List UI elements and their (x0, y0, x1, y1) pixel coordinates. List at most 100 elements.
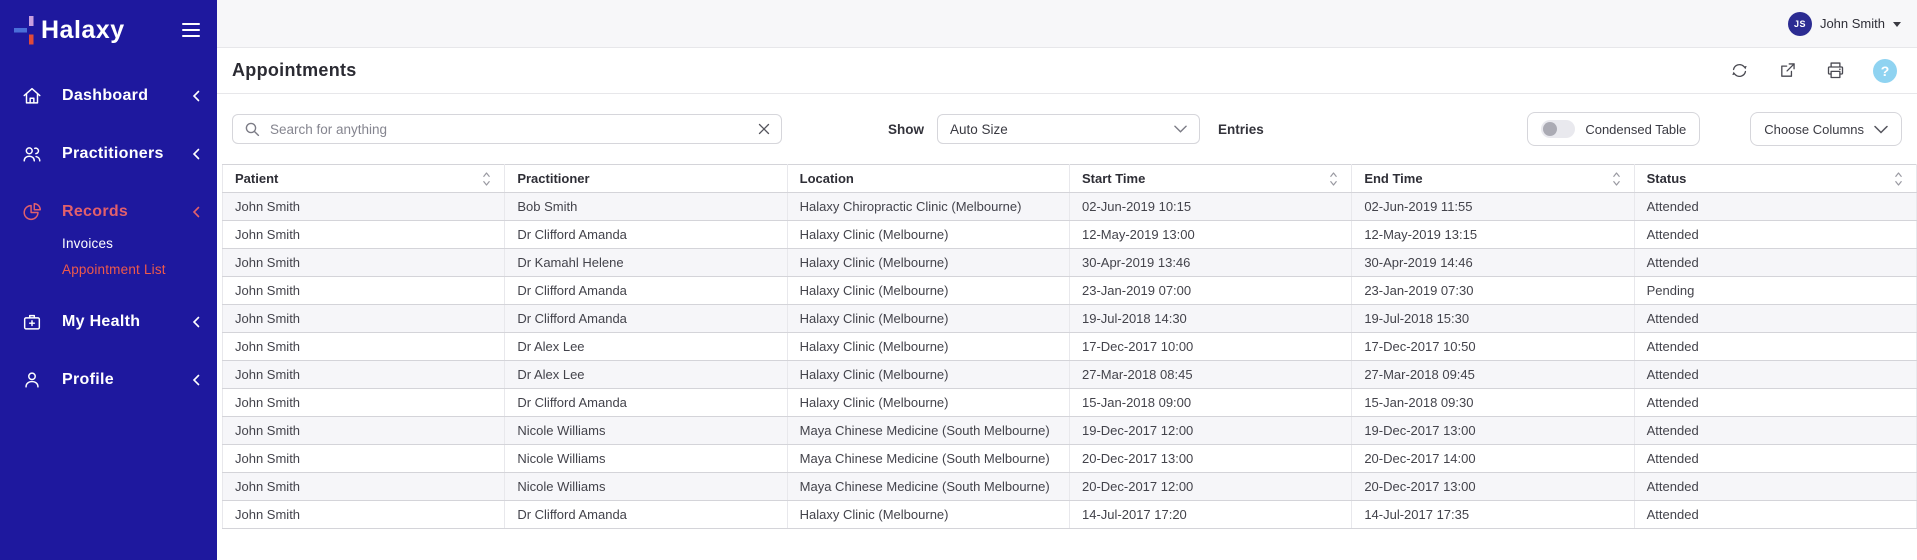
cell-end-time: 12-May-2019 13:15 (1352, 221, 1634, 249)
cell-location: Halaxy Clinic (Melbourne) (787, 221, 1069, 249)
cell-start-time: 19-Dec-2017 12:00 (1069, 417, 1351, 445)
caret-down-icon (1893, 22, 1901, 27)
practitioners-icon (20, 143, 44, 165)
chevron-left-icon (192, 90, 200, 102)
sidebar-subitem-appointment-list[interactable]: Appointment List (62, 256, 217, 282)
cell-status: Attended (1634, 361, 1916, 389)
entries-label: Entries (1218, 122, 1264, 137)
cell-location: Halaxy Clinic (Melbourne) (787, 277, 1069, 305)
table-row[interactable]: John SmithNicole WilliamsMaya Chinese Me… (223, 445, 1917, 473)
table-row[interactable]: John SmithDr Clifford AmandaHalaxy Clini… (223, 389, 1917, 417)
cell-location: Halaxy Clinic (Melbourne) (787, 361, 1069, 389)
table-row[interactable]: John SmithDr Alex LeeHalaxy Clinic (Melb… (223, 333, 1917, 361)
logo-cross-icon (14, 14, 38, 46)
sidebar-item-dashboard[interactable]: Dashboard (0, 78, 217, 114)
sort-icon (1612, 171, 1621, 186)
column-header-practitioner: Practitioner (505, 165, 787, 193)
profile-person-icon (20, 369, 44, 391)
table-row[interactable]: John SmithDr Clifford AmandaHalaxy Clini… (223, 501, 1917, 529)
halaxy-logo: Halaxy (14, 14, 125, 46)
cell-practitioner: Dr Clifford Amanda (505, 277, 787, 305)
table-row[interactable]: John SmithNicole WilliamsMaya Chinese Me… (223, 417, 1917, 445)
table-row[interactable]: John SmithDr Clifford AmandaHalaxy Clini… (223, 305, 1917, 333)
column-header-status[interactable]: Status (1634, 165, 1916, 193)
condensed-table-label: Condensed Table (1585, 122, 1686, 137)
column-header-patient[interactable]: Patient (223, 165, 505, 193)
help-icon[interactable]: ? (1873, 59, 1897, 83)
sidebar-nav: Dashboard Practitioners (0, 78, 217, 398)
cell-start-time: 23-Jan-2019 07:00 (1069, 277, 1351, 305)
cell-location: Halaxy Chiropractic Clinic (Melbourne) (787, 193, 1069, 221)
search-input[interactable] (268, 121, 750, 138)
chevron-left-icon (192, 206, 200, 218)
cell-patient: John Smith (223, 473, 505, 501)
page-title: Appointments (232, 60, 357, 81)
cell-patient: John Smith (223, 445, 505, 473)
sort-icon (482, 171, 491, 186)
sidebar-item-practitioners[interactable]: Practitioners (0, 136, 217, 172)
sidebar: Halaxy Dashboard (0, 0, 217, 560)
cell-location: Halaxy Clinic (Melbourne) (787, 501, 1069, 529)
cell-practitioner: Dr Clifford Amanda (505, 501, 787, 529)
cell-status: Attended (1634, 417, 1916, 445)
cell-patient: John Smith (223, 501, 505, 529)
table-row[interactable]: John SmithBob SmithHalaxy Chiropractic C… (223, 193, 1917, 221)
cell-practitioner: Dr Kamahl Helene (505, 249, 787, 277)
table-row[interactable]: John SmithDr Clifford AmandaHalaxy Clini… (223, 221, 1917, 249)
cell-location: Halaxy Clinic (Melbourne) (787, 305, 1069, 333)
table-row[interactable]: John SmithNicole WilliamsMaya Chinese Me… (223, 473, 1917, 501)
export-icon[interactable] (1777, 60, 1798, 81)
cell-status: Attended (1634, 193, 1916, 221)
print-icon[interactable] (1825, 60, 1846, 81)
sort-icon (1894, 171, 1903, 186)
show-size-dropdown[interactable]: Auto Size (937, 114, 1200, 144)
table-row[interactable]: John SmithDr Kamahl HeleneHalaxy Clinic … (223, 249, 1917, 277)
user-menu[interactable]: JS John Smith (1788, 12, 1901, 36)
cell-location: Halaxy Clinic (Melbourne) (787, 249, 1069, 277)
sort-icon (1329, 171, 1338, 186)
table-row[interactable]: John SmithDr Clifford AmandaHalaxy Clini… (223, 277, 1917, 305)
health-kit-icon (20, 311, 44, 333)
hamburger-menu-icon[interactable] (182, 20, 200, 40)
column-header-start-time[interactable]: Start Time (1069, 165, 1351, 193)
cell-practitioner: Nicole Williams (505, 417, 787, 445)
cell-location: Halaxy Clinic (Melbourne) (787, 389, 1069, 417)
table-row[interactable]: John SmithDr Alex LeeHalaxy Clinic (Melb… (223, 361, 1917, 389)
page-actions: ? (1729, 59, 1897, 83)
refresh-icon[interactable] (1729, 60, 1750, 81)
sidebar-item-my-health[interactable]: My Health (0, 304, 217, 340)
cell-end-time: 23-Jan-2019 07:30 (1352, 277, 1634, 305)
cell-start-time: 20-Dec-2017 13:00 (1069, 445, 1351, 473)
sidebar-subitem-invoices[interactable]: Invoices (62, 230, 217, 256)
cell-status: Attended (1634, 249, 1916, 277)
condensed-table-toggle[interactable] (1541, 120, 1575, 138)
search-icon (244, 121, 260, 137)
cell-end-time: 30-Apr-2019 14:46 (1352, 249, 1634, 277)
chevron-down-icon (1874, 125, 1888, 134)
sidebar-item-profile[interactable]: Profile (0, 362, 217, 398)
sidebar-item-label: My Health (62, 313, 192, 331)
chevron-left-icon (192, 148, 200, 160)
clear-search-icon[interactable] (758, 123, 770, 135)
sidebar-item-label: Profile (62, 371, 192, 389)
cell-status: Attended (1634, 333, 1916, 361)
column-header-end-time[interactable]: End Time (1352, 165, 1634, 193)
records-submenu: Invoices Appointment List (0, 230, 217, 282)
appointments-table: Patient Practitioner Location Start Time (222, 164, 1917, 529)
logo-text: Halaxy (41, 16, 125, 45)
sidebar-item-records[interactable]: Records (0, 194, 217, 230)
cell-patient: John Smith (223, 305, 505, 333)
table-header-row: Patient Practitioner Location Start Time (223, 165, 1917, 193)
cell-practitioner: Dr Clifford Amanda (505, 221, 787, 249)
cell-practitioner: Dr Alex Lee (505, 333, 787, 361)
cell-location: Maya Chinese Medicine (South Melbourne) (787, 417, 1069, 445)
sidebar-item-label: Dashboard (62, 87, 192, 105)
cell-start-time: 17-Dec-2017 10:00 (1069, 333, 1351, 361)
choose-columns-button[interactable]: Choose Columns (1750, 112, 1902, 146)
column-header-location: Location (787, 165, 1069, 193)
cell-patient: John Smith (223, 417, 505, 445)
cell-patient: John Smith (223, 249, 505, 277)
cell-status: Attended (1634, 389, 1916, 417)
condensed-table-control[interactable]: Condensed Table (1527, 112, 1700, 146)
sidebar-item-label: Practitioners (62, 145, 192, 163)
